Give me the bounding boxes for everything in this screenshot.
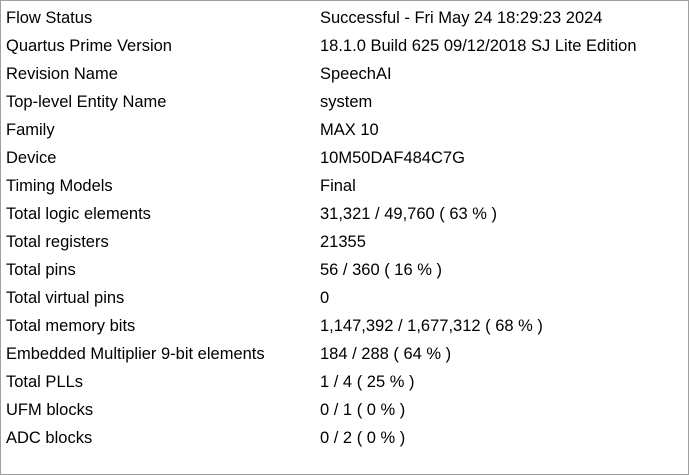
row-label: UFM blocks	[6, 400, 94, 419]
row-label: Quartus Prime Version	[6, 36, 172, 55]
row-value: 0	[320, 288, 330, 307]
row-value: 56 / 360 ( 16 % )	[320, 260, 442, 279]
row-value: 184 / 288 ( 64 % )	[320, 344, 452, 363]
summary-row-adc-blocks[interactable]: ADC blocks 0 / 2 ( 0 % )	[1, 424, 688, 452]
row-value: MAX 10	[320, 120, 379, 139]
row-label: Timing Models	[6, 176, 113, 195]
summary-row-embedded-multipliers[interactable]: Embedded Multiplier 9-bit elements 184 /…	[1, 340, 688, 368]
row-label: ADC blocks	[6, 428, 93, 447]
row-value: Successful - Fri May 24 18:29:23 2024	[320, 8, 603, 27]
row-label: Total memory bits	[6, 316, 136, 335]
summary-row-revision-name[interactable]: Revision Name SpeechAI	[1, 60, 688, 88]
row-label: Top-level Entity Name	[6, 92, 167, 111]
summary-row-total-registers[interactable]: Total registers 21355	[1, 228, 688, 256]
summary-row-quartus-version[interactable]: Quartus Prime Version 18.1.0 Build 625 0…	[1, 32, 688, 60]
summary-row-total-memory-bits[interactable]: Total memory bits 1,147,392 / 1,677,312 …	[1, 312, 688, 340]
row-value: SpeechAI	[320, 64, 392, 83]
summary-row-total-virtual-pins[interactable]: Total virtual pins 0	[1, 284, 688, 312]
row-label: Flow Status	[6, 8, 93, 27]
row-label: Embedded Multiplier 9-bit elements	[6, 344, 265, 363]
summary-row-total-plls[interactable]: Total PLLs 1 / 4 ( 25 % )	[1, 368, 688, 396]
row-value: 0 / 2 ( 0 % )	[320, 428, 406, 447]
flow-summary-report: Flow Status Successful - Fri May 24 18:2…	[0, 0, 689, 475]
row-value: 31,321 / 49,760 ( 63 % )	[320, 204, 498, 223]
row-label: Revision Name	[6, 64, 118, 83]
row-label: Total PLLs	[6, 372, 84, 391]
summary-row-family[interactable]: Family MAX 10	[1, 116, 688, 144]
row-value: 1 / 4 ( 25 % )	[320, 372, 415, 391]
summary-row-total-logic-elements[interactable]: Total logic elements 31,321 / 49,760 ( 6…	[1, 200, 688, 228]
row-label: Device	[6, 148, 57, 167]
summary-row-flow-status[interactable]: Flow Status Successful - Fri May 24 18:2…	[1, 4, 688, 32]
row-label: Total pins	[6, 260, 76, 279]
row-value: system	[320, 92, 373, 111]
summary-row-total-pins[interactable]: Total pins 56 / 360 ( 16 % )	[1, 256, 688, 284]
row-label: Family	[6, 120, 55, 139]
row-label: Total logic elements	[6, 204, 151, 223]
row-value: 10M50DAF484C7G	[320, 148, 465, 167]
row-value: 0 / 1 ( 0 % )	[320, 400, 406, 419]
summary-row-ufm-blocks[interactable]: UFM blocks 0 / 1 ( 0 % )	[1, 396, 688, 424]
row-value: Final	[320, 176, 356, 195]
summary-row-timing-models[interactable]: Timing Models Final	[1, 172, 688, 200]
row-label: Total virtual pins	[6, 288, 125, 307]
row-value: 21355	[320, 232, 366, 251]
summary-row-top-level-entity[interactable]: Top-level Entity Name system	[1, 88, 688, 116]
row-value: 18.1.0 Build 625 09/12/2018 SJ Lite Edit…	[320, 36, 637, 55]
row-value: 1,147,392 / 1,677,312 ( 68 % )	[320, 316, 543, 335]
summary-row-device[interactable]: Device 10M50DAF484C7G	[1, 144, 688, 172]
row-label: Total registers	[6, 232, 109, 251]
